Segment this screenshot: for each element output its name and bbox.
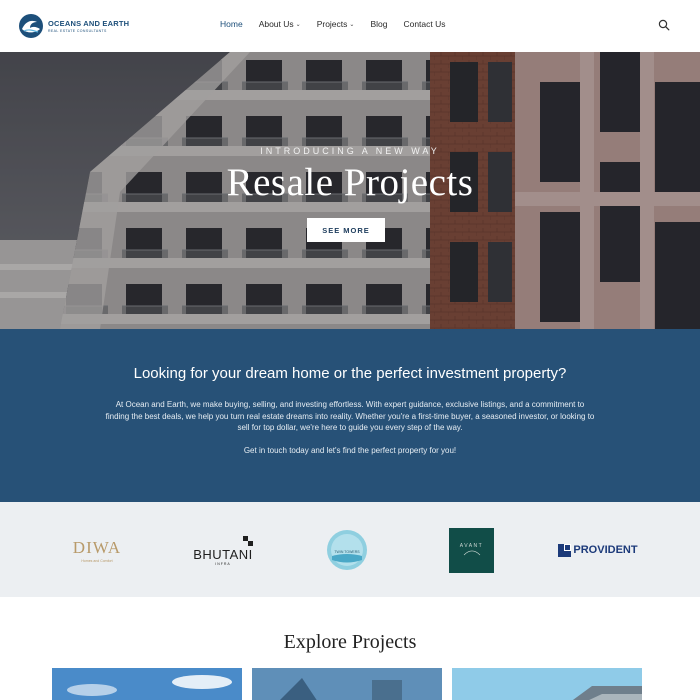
intro-heading: Looking for your dream home or the perfe…: [133, 365, 567, 382]
bhutani-mark-icon: [243, 535, 253, 546]
chevron-down-icon: ⌄: [349, 21, 355, 28]
search-icon[interactable]: [658, 19, 670, 31]
project-card-image: [452, 668, 642, 700]
project-card-image: [52, 668, 242, 700]
hero-eyebrow: INTRODUCING A NEW WAY: [260, 146, 440, 156]
partner-logo-provident[interactable]: PROVIDENT: [555, 526, 641, 574]
chevron-down-icon: ⌄: [295, 21, 301, 28]
nav-item-projects[interactable]: Projects ⌄: [317, 19, 355, 29]
partner-name: BHUTANI: [193, 546, 253, 562]
partner-logo-diwa[interactable]: DIWA Homes and Comfort: [68, 526, 126, 574]
intro-section: Looking for your dream home or the perfe…: [0, 329, 700, 502]
hero-title: Resale Projects: [226, 161, 474, 204]
provident-mark-icon: [558, 543, 572, 557]
main-nav: Home About Us ⌄ Projects ⌄ Blog Contact …: [220, 19, 462, 29]
page: OCEANS AND EARTH REAL ESTATE CONSULTANTS…: [0, 0, 700, 700]
partner-name: DIWA: [72, 537, 122, 557]
intro-cta-text: Get in touch today and let's find the pe…: [243, 446, 457, 455]
partner-name: TWIN TOWERS: [334, 550, 360, 554]
nav-item-contact[interactable]: Contact Us: [403, 19, 445, 29]
brand-text: OCEANS AND EARTH REAL ESTATE CONSULTANTS: [48, 19, 129, 33]
partner-sub: Homes and Comfort: [81, 558, 113, 563]
partner-logo-bhutani[interactable]: BHUTANI INFRA: [190, 526, 256, 574]
project-card[interactable]: [252, 668, 442, 700]
nav-item-label: Home: [220, 19, 243, 29]
nav-item-label: Blog: [370, 19, 388, 29]
brand-name: OCEANS AND EARTH: [48, 19, 130, 28]
brand-logo[interactable]: OCEANS AND EARTH REAL ESTATE CONSULTANTS: [18, 13, 129, 39]
project-card[interactable]: [452, 668, 642, 700]
intro-body: At Ocean and Earth, we make buying, sell…: [105, 400, 595, 432]
avant-leaf-icon: [463, 550, 480, 556]
nav-item-home[interactable]: Home: [220, 19, 243, 29]
partner-logo-twin-towers[interactable]: TWIN TOWERS: [325, 526, 369, 574]
nav-item-about[interactable]: About Us ⌄: [259, 19, 301, 29]
partner-logo-avant[interactable]: AVANT: [449, 526, 494, 574]
nav-item-label: Projects: [316, 19, 348, 29]
wave-logo-icon: [19, 14, 43, 38]
brand-tagline: REAL ESTATE CONSULTANTS: [48, 29, 107, 33]
project-card-image: [252, 668, 442, 700]
partner-sub: INFRA: [215, 561, 231, 566]
site-header: OCEANS AND EARTH REAL ESTATE CONSULTANTS…: [0, 0, 700, 52]
explore-projects-heading: Explore Projects: [283, 631, 417, 653]
nav-item-label: Contact Us: [403, 19, 446, 29]
hero-banner: INTRODUCING A NEW WAY Resale Projects SE…: [0, 52, 700, 329]
nav-item-label: About Us: [258, 19, 294, 29]
partner-name: PROVIDENT: [573, 544, 638, 556]
avant-logo-tile: AVANT: [449, 527, 494, 573]
nav-item-blog[interactable]: Blog: [370, 19, 387, 29]
project-card[interactable]: [52, 668, 242, 700]
partner-logos-strip: DIWA Homes and Comfort BHUTANI INFRA TWI…: [0, 502, 700, 597]
see-more-button[interactable]: SEE MORE: [307, 218, 385, 242]
